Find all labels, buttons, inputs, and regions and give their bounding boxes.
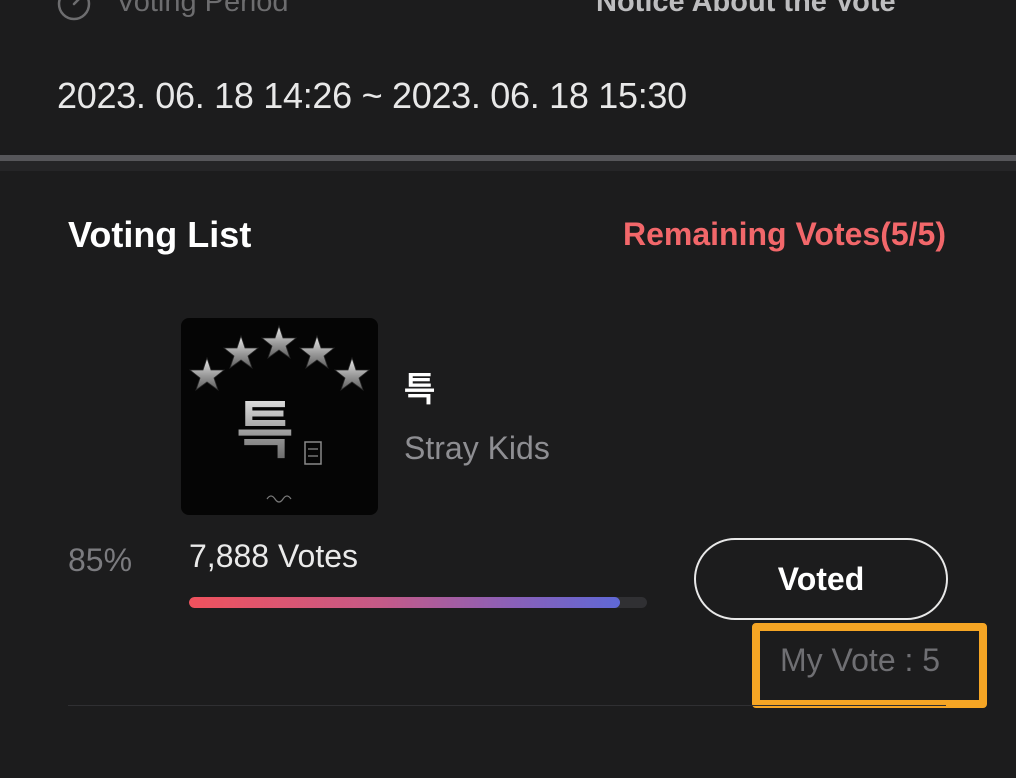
vote-page: Voting Period Notice About the Vote 2023… — [0, 0, 1016, 778]
remaining-votes: Remaining Votes(5/5) — [622, 216, 946, 252]
clock-icon — [56, 0, 92, 22]
vote-info-header: Voting Period Notice About the Vote — [0, 0, 1016, 30]
voting-list-title: Voting List — [68, 214, 252, 255]
row-divider — [68, 705, 946, 706]
notice-about-vote-link[interactable]: Notice About the Vote — [596, 0, 896, 19]
svg-text:특: 특 — [236, 394, 293, 467]
voted-button[interactable]: Voted — [694, 538, 948, 620]
artist-name: Stray Kids — [404, 430, 550, 466]
voting-period-range: 2023. 06. 18 14:26 ~ 2023. 06. 18 15:30 — [57, 75, 687, 116]
song-title: 특 — [404, 371, 436, 409]
section-divider-shade — [0, 161, 1016, 171]
vote-progress-fill — [189, 597, 620, 608]
vote-count: 7,888 Votes — [189, 538, 359, 574]
voting-period-label: Voting Period — [116, 0, 289, 18]
vote-percentage: 85% — [68, 542, 133, 578]
vote-progress-bar — [189, 597, 647, 608]
album-art-image: 특 — [181, 318, 378, 515]
my-vote-count: My Vote : 5 — [780, 642, 941, 678]
